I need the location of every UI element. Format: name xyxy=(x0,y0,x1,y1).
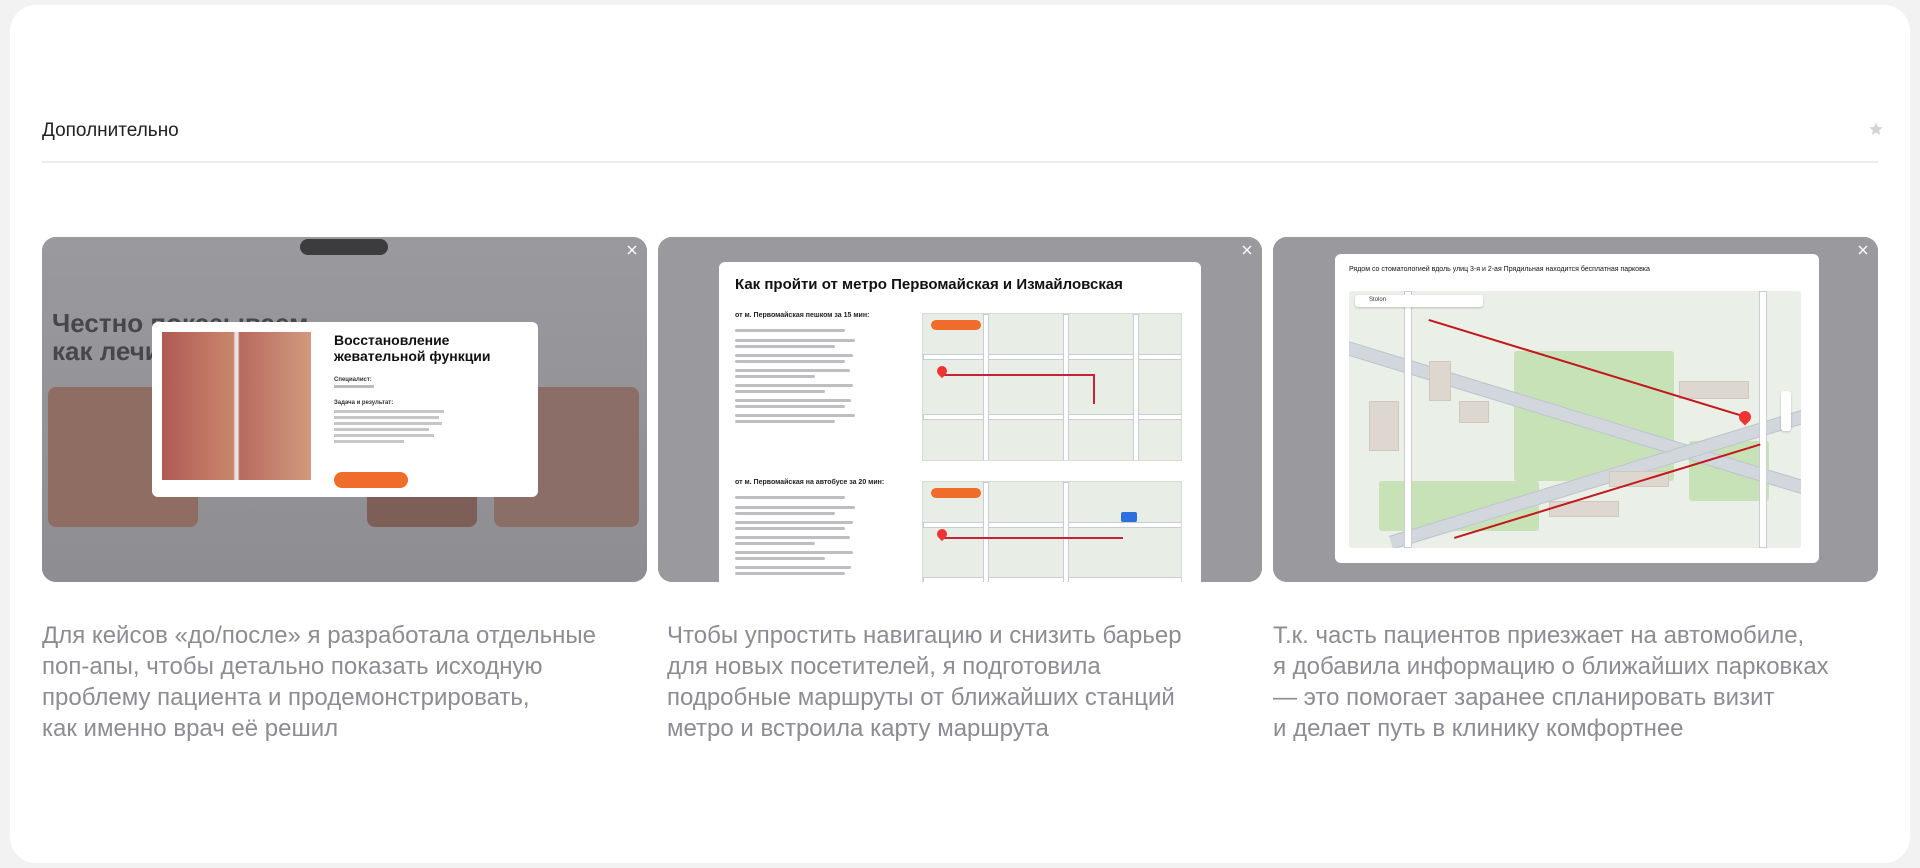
parking-map[interactable]: Stolon xyxy=(1349,291,1801,548)
modal-title: Восстановление жевательной функции xyxy=(334,332,491,364)
zoom-controls[interactable] xyxy=(1781,391,1791,431)
screenshot-metro-route-popup: Как пройти от метро Первомайская и Измай… xyxy=(658,237,1262,582)
route-modal: Как пройти от метро Первомайская и Измай… xyxy=(719,262,1201,582)
specialist-label: Специалист: xyxy=(334,377,372,383)
top-pill xyxy=(300,239,388,255)
modal-title: Как пройти от метро Первомайская и Измай… xyxy=(735,276,1123,293)
clinic-pin-icon[interactable] xyxy=(1736,408,1754,426)
close-icon[interactable] xyxy=(1240,243,1254,257)
content-card: Дополнительно Честно показываем как лечи… xyxy=(10,5,1910,863)
map-search-input[interactable]: Stolon xyxy=(1355,295,1483,307)
screenshot-before-after-popup: Честно показываем как лечим Восстановлен… xyxy=(42,237,647,582)
route-walk-title: от м. Первомайская пешком за 15 мин: xyxy=(735,312,870,319)
caption-before-after: Для кейсов «до/после» я разработала отде… xyxy=(42,622,596,742)
before-after-photo xyxy=(162,332,311,480)
case-modal: Восстановление жевательной функции Специ… xyxy=(152,322,538,497)
section-divider xyxy=(42,161,1878,163)
modal-title: Рядом со стоматологией вдоль улиц 3-я и … xyxy=(1349,266,1650,273)
close-icon[interactable] xyxy=(1856,243,1870,257)
route-button[interactable] xyxy=(931,488,981,498)
book-button[interactable] xyxy=(334,472,408,488)
caption-metro-route: Чтобы упростить навигацию и снизить барь… xyxy=(667,622,1182,742)
caption-parking: Т.к. часть пациентов приезжает на автомо… xyxy=(1273,622,1829,742)
screenshot-parking-popup: Рядом со стоматологией вдоль улиц 3-я и … xyxy=(1273,237,1878,582)
section-title: Дополнительно xyxy=(42,120,179,141)
close-icon[interactable] xyxy=(625,243,639,257)
route-bus-title: от м. Первомайская на автобусе за 20 мин… xyxy=(735,479,885,486)
star-icon[interactable] xyxy=(1868,121,1884,137)
parking-modal: Рядом со стоматологией вдоль улиц 3-я и … xyxy=(1335,254,1819,563)
result-label: Задача и результат: xyxy=(334,400,394,406)
route-map-walk[interactable] xyxy=(922,313,1182,461)
route-button[interactable] xyxy=(931,320,981,330)
route-map-bus[interactable] xyxy=(922,481,1182,582)
